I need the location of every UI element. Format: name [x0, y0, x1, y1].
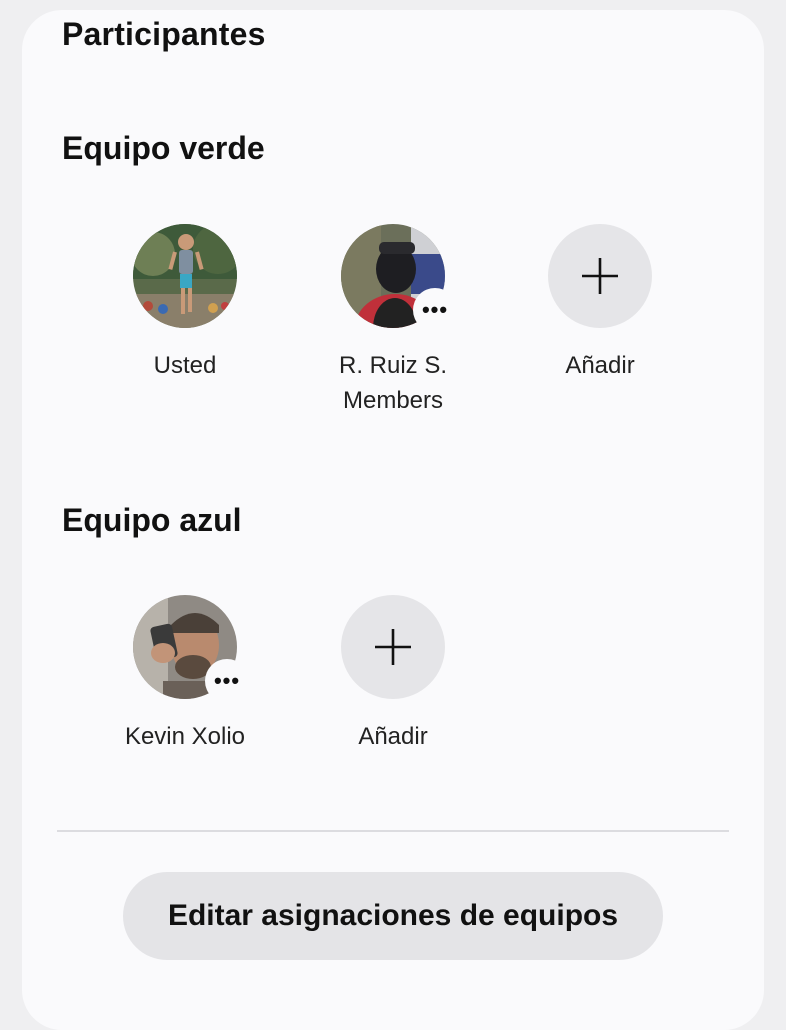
- team-green-title: Equipo verde: [62, 130, 265, 166]
- add-member-blue[interactable]: Añadir: [293, 595, 493, 754]
- member-subtitle: Members: [342, 387, 444, 414]
- add-member-button[interactable]: [548, 224, 652, 328]
- participants-card: Participantes Equipo verde Usted ••• R. …: [22, 10, 764, 1030]
- more-dots-icon[interactable]: •••: [205, 659, 249, 703]
- plus-icon: [375, 629, 411, 665]
- member-name: Usted: [153, 352, 217, 379]
- more-dots-icon[interactable]: •••: [413, 288, 457, 332]
- participants-title: Participantes: [62, 16, 266, 52]
- avatar-usted: [133, 224, 237, 328]
- divider: [57, 830, 729, 832]
- edit-team-assignments-button[interactable]: Editar asignaciones de equipos: [123, 872, 663, 960]
- team-blue-title: Equipo azul: [62, 502, 242, 538]
- member-kevin-xolio[interactable]: ••• Kevin Xolio: [85, 595, 285, 754]
- plus-icon: [582, 258, 618, 294]
- member-name: R. Ruiz S. Members: [293, 348, 493, 418]
- member-usted[interactable]: Usted: [85, 224, 285, 383]
- add-label: Añadir: [358, 723, 428, 750]
- add-label: Añadir: [565, 352, 635, 379]
- add-member-green[interactable]: Añadir: [500, 224, 700, 383]
- member-r-ruiz[interactable]: ••• R. Ruiz S. Members: [293, 224, 493, 418]
- member-name-line: R. Ruiz S.: [338, 352, 448, 379]
- add-member-button[interactable]: [341, 595, 445, 699]
- member-name: Kevin Xolio: [124, 723, 246, 750]
